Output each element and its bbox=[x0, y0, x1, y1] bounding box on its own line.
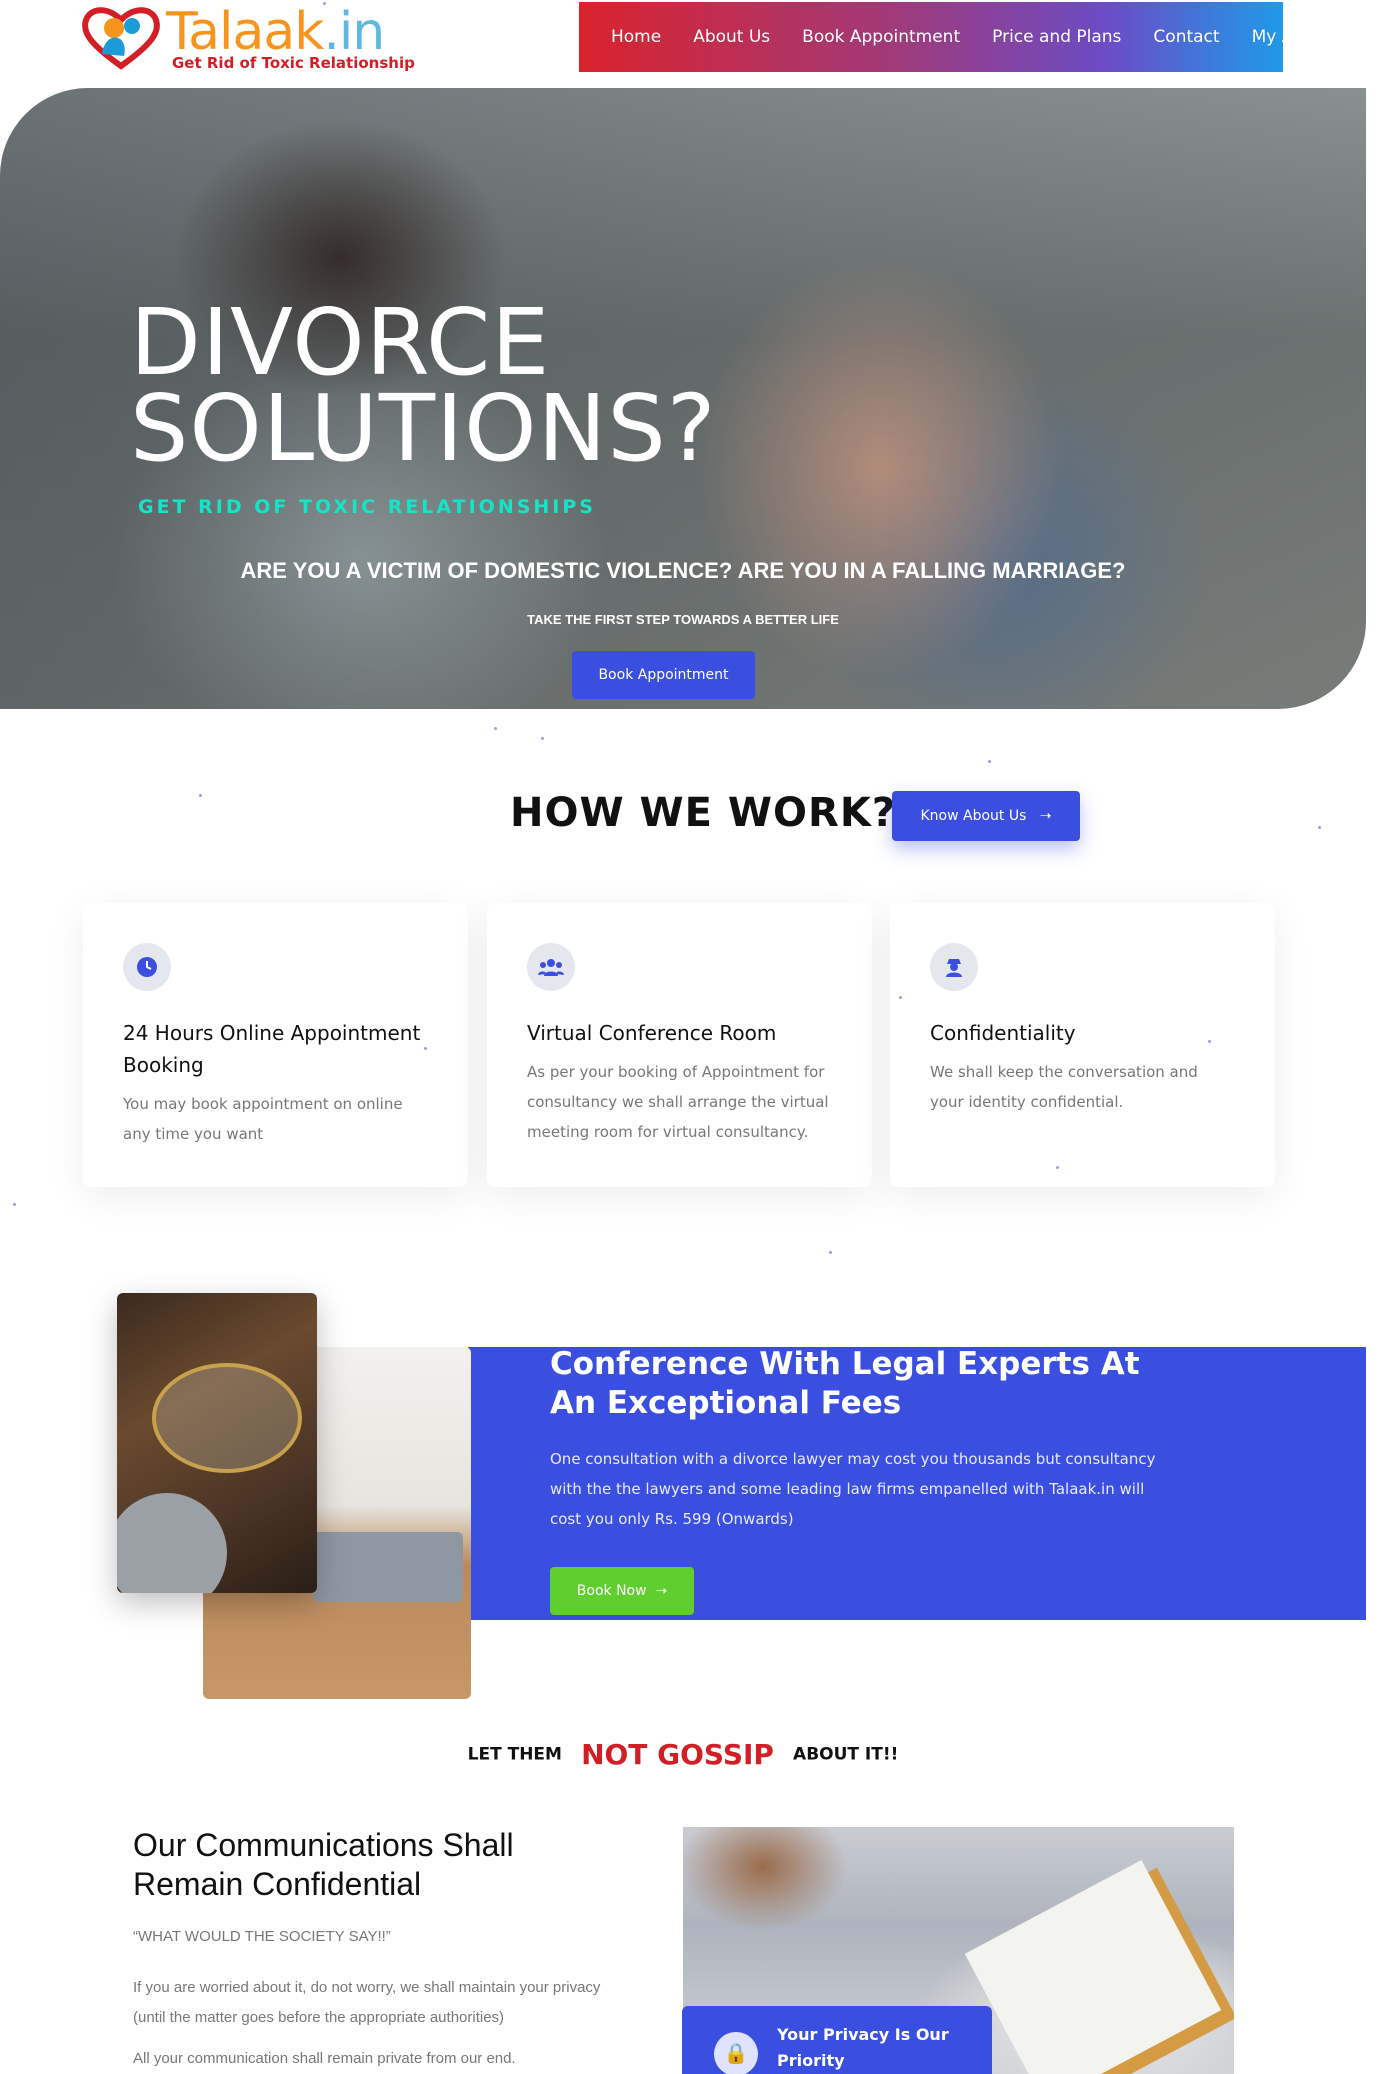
gossip-after: ABOUT IT!! bbox=[793, 1744, 899, 1765]
particle-dot bbox=[1318, 826, 1321, 829]
particle-dot bbox=[988, 760, 991, 763]
particle-dot bbox=[541, 737, 544, 740]
particle-dot bbox=[199, 794, 202, 797]
logo-tagline: Get Rid of Toxic Relationship bbox=[172, 54, 415, 72]
client-illustration bbox=[117, 1493, 227, 1593]
particle-dot bbox=[1056, 1166, 1059, 1169]
feature-card-title: 24 Hours Online Appointment Booking bbox=[123, 1021, 421, 1077]
feature-card-confidentiality: Confidentiality We shall keep the conver… bbox=[890, 903, 1275, 1187]
gossip-before: LET THEM bbox=[467, 1744, 562, 1765]
glass-table-illustration bbox=[152, 1363, 302, 1473]
nav-price-and-plans[interactable]: Price and Plans bbox=[992, 27, 1121, 47]
clock-icon bbox=[123, 943, 171, 991]
hero-banner: DIVORCE SOLUTIONS? GET RID OF TOXIC RELA… bbox=[0, 88, 1366, 709]
page: Talaak .in Get Rid of Toxic Relationship … bbox=[0, 0, 1398, 2074]
feature-card-text: You may book appointment on online any t… bbox=[123, 1095, 403, 1143]
know-about-us-label: Know About Us bbox=[920, 808, 1027, 824]
confidential-title: Our Communications Shall Remain Confiden… bbox=[133, 1827, 514, 1902]
feature-card-text: We shall keep the conversation and your … bbox=[930, 1063, 1198, 1111]
site-logo[interactable]: Talaak .in Get Rid of Toxic Relationship bbox=[80, 2, 420, 74]
nav-contact[interactable]: Contact bbox=[1153, 27, 1219, 47]
particle-dot bbox=[829, 1251, 832, 1254]
privacy-label: Your Privacy Is Our Priority bbox=[777, 2025, 949, 2070]
users-icon bbox=[527, 943, 575, 991]
hero-title: DIVORCE SOLUTIONS? bbox=[130, 289, 717, 482]
book-now-label: Book Now bbox=[576, 1583, 647, 1599]
conference-text: One consultation with a divorce lawyer m… bbox=[550, 1450, 1156, 1528]
feature-card-text: As per your booking of Appointment for c… bbox=[527, 1063, 829, 1141]
main-nav: Home About Us Book Appointment Price and… bbox=[579, 2, 1350, 72]
conference-title: Conference With Legal Experts At An Exce… bbox=[550, 1346, 1140, 1421]
confidential-quote: “WHAT WOULD THE SOCIETY SAY!!” bbox=[133, 1928, 391, 1945]
nav-about-us[interactable]: About Us bbox=[693, 27, 770, 47]
nav-book-appointment[interactable]: Book Appointment bbox=[802, 27, 960, 47]
nav-home[interactable]: Home bbox=[611, 27, 661, 47]
arrow-right-icon: ➝ bbox=[1030, 808, 1052, 824]
gossip-highlight: NOT GOSSIP bbox=[581, 1738, 774, 1771]
particle-dot bbox=[494, 727, 497, 730]
gossip-banner: LET THEM NOT GOSSIP ABOUT IT!! bbox=[0, 1738, 1366, 1771]
know-about-us-button[interactable]: Know About Us ➝ bbox=[892, 791, 1080, 841]
privacy-badge: 🔒 Your Privacy Is Our Priority bbox=[682, 2006, 992, 2074]
feature-card-conference: Virtual Conference Room As per your book… bbox=[487, 903, 872, 1187]
document-illustration bbox=[964, 1860, 1222, 2074]
how-we-work-title: HOW WE WORK? bbox=[510, 790, 897, 836]
confidential-paragraph: If you are worried about it, do not worr… bbox=[133, 1979, 601, 2026]
feature-card-title: Virtual Conference Room bbox=[527, 1021, 777, 1045]
logo-wordmark: Talaak .in bbox=[166, 2, 385, 62]
particle-dot bbox=[899, 996, 902, 999]
book-now-button[interactable]: Book Now ➝ bbox=[550, 1567, 694, 1615]
consultation-image bbox=[117, 1293, 317, 1593]
feature-card-title: Confidentiality bbox=[930, 1021, 1076, 1045]
user-lock-icon: 🔒 bbox=[714, 2032, 758, 2074]
nav-my-account[interactable]: My Account bbox=[1252, 27, 1351, 47]
hero-question: ARE YOU A VICTIM OF DOMESTIC VIOLENCE? A… bbox=[240, 558, 1126, 583]
heart-logo-icon bbox=[82, 7, 160, 70]
hero-tagline: GET RID OF TOXIC RELATIONSHIPS bbox=[138, 496, 596, 518]
hero-subtext: TAKE THE FIRST STEP TOWARDS A BETTER LIF… bbox=[527, 612, 839, 627]
confidential-paragraph-2: All your communication shall remain priv… bbox=[133, 2050, 516, 2067]
sofa-illustration bbox=[313, 1532, 463, 1602]
user-secret-icon bbox=[930, 943, 978, 991]
particle-dot bbox=[424, 1047, 427, 1050]
book-appointment-button[interactable]: Book Appointment bbox=[572, 651, 755, 699]
particle-dot bbox=[13, 1203, 16, 1206]
feature-card-appointment: 24 Hours Online Appointment Booking You … bbox=[83, 903, 468, 1187]
particle-dot bbox=[1208, 1040, 1211, 1043]
arrow-right-icon: ➝ bbox=[651, 1583, 668, 1599]
